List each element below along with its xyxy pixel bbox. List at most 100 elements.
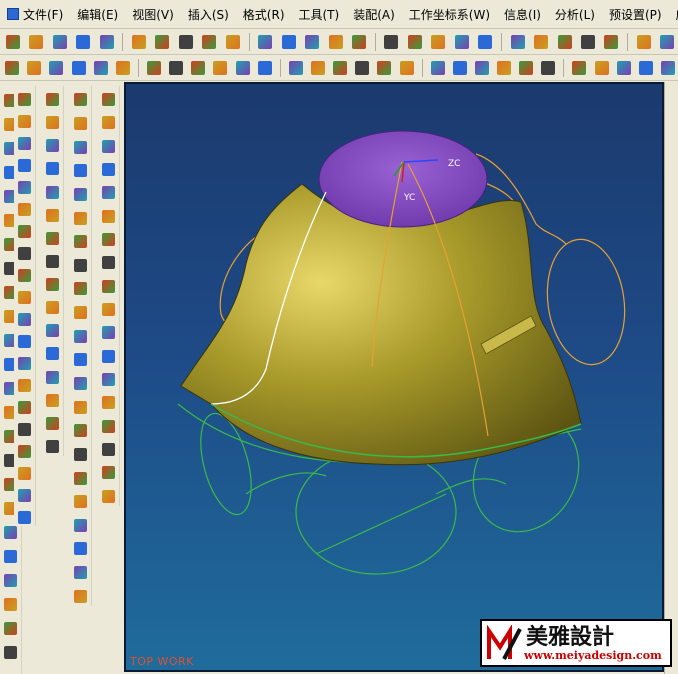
tool-button-icon[interactable] — [25, 31, 46, 53]
tool-button-icon[interactable] — [68, 57, 88, 79]
tool-button-icon[interactable] — [601, 31, 622, 53]
tool-button-icon[interactable] — [428, 31, 449, 53]
tool-button-icon[interactable] — [43, 344, 63, 363]
tool-button-icon[interactable] — [301, 31, 322, 53]
tool-button-icon[interactable] — [15, 244, 35, 262]
tool-button-icon[interactable] — [15, 442, 35, 460]
tool-button-icon[interactable] — [325, 31, 346, 53]
tool-button-icon[interactable] — [71, 421, 91, 441]
tool-button-icon[interactable] — [71, 303, 91, 323]
tool-button-icon[interactable] — [43, 275, 63, 294]
tool-button-icon[interactable] — [15, 420, 35, 438]
tool-button-icon[interactable] — [71, 374, 91, 394]
tool-button-icon[interactable] — [99, 90, 119, 109]
tool-button-icon[interactable] — [554, 31, 575, 53]
tool-button-icon[interactable] — [99, 487, 119, 506]
tool-button-icon[interactable] — [1, 594, 21, 614]
tool-button-icon[interactable] — [71, 137, 91, 157]
tool-button-icon[interactable] — [152, 31, 173, 53]
tool-button-icon[interactable] — [657, 31, 678, 53]
tool-button-icon[interactable] — [144, 57, 164, 79]
tool-button-icon[interactable] — [15, 134, 35, 152]
tool-button-icon[interactable] — [381, 31, 402, 53]
tool-button-icon[interactable] — [99, 347, 119, 366]
tool-button-icon[interactable] — [636, 57, 656, 79]
tool-button-icon[interactable] — [43, 298, 63, 317]
tool-button-icon[interactable] — [72, 31, 93, 53]
tool-button-icon[interactable] — [614, 57, 634, 79]
tool-button-icon[interactable] — [99, 393, 119, 412]
tool-button-icon[interactable] — [658, 57, 678, 79]
tool-button-icon[interactable] — [99, 230, 119, 249]
tool-button-icon[interactable] — [43, 159, 63, 178]
tool-button-icon[interactable] — [99, 253, 119, 272]
menu-assembly[interactable]: 装配(A) — [346, 4, 402, 24]
tool-button-icon[interactable] — [99, 323, 119, 342]
tool-button-icon[interactable] — [99, 277, 119, 296]
tool-button-icon[interactable] — [1, 570, 21, 590]
tool-button-icon[interactable] — [15, 200, 35, 218]
tool-button-icon[interactable] — [99, 370, 119, 389]
tool-button-icon[interactable] — [278, 31, 299, 53]
tool-button-icon[interactable] — [15, 508, 35, 526]
menu-analysis[interactable]: 分析(L) — [548, 4, 602, 24]
tool-button-icon[interactable] — [2, 31, 23, 53]
tool-button-icon[interactable] — [99, 300, 119, 319]
tool-button-icon[interactable] — [91, 57, 111, 79]
tool-button-icon[interactable] — [43, 391, 63, 410]
tool-button-icon[interactable] — [15, 178, 35, 196]
tool-button-icon[interactable] — [43, 321, 63, 340]
tool-button-icon[interactable] — [15, 222, 35, 240]
menu-tools[interactable]: 工具(T) — [292, 4, 347, 24]
tool-button-icon[interactable] — [71, 90, 91, 110]
tool-button-icon[interactable] — [71, 445, 91, 465]
tool-button-icon[interactable] — [286, 57, 306, 79]
tool-button-icon[interactable] — [1, 642, 21, 662]
tool-button-icon[interactable] — [43, 183, 63, 202]
tool-button-icon[interactable] — [99, 160, 119, 179]
tool-button-icon[interactable] — [49, 31, 70, 53]
tool-button-icon[interactable] — [71, 492, 91, 512]
tool-button-icon[interactable] — [450, 57, 470, 79]
tool-button-icon[interactable] — [428, 57, 448, 79]
tool-button-icon[interactable] — [71, 516, 91, 536]
tool-button-icon[interactable] — [71, 232, 91, 252]
tool-button-icon[interactable] — [71, 161, 91, 181]
tool-button-icon[interactable] — [507, 31, 528, 53]
tool-button-icon[interactable] — [43, 229, 63, 248]
tool-button-icon[interactable] — [71, 114, 91, 134]
tool-button-icon[interactable] — [199, 31, 220, 53]
tool-button-icon[interactable] — [15, 156, 35, 174]
tool-button-icon[interactable] — [71, 563, 91, 583]
tool-button-icon[interactable] — [569, 57, 589, 79]
tool-button-icon[interactable] — [99, 440, 119, 459]
tool-button-icon[interactable] — [71, 539, 91, 559]
tool-button-icon[interactable] — [348, 31, 369, 53]
tool-button-icon[interactable] — [1, 546, 21, 566]
tool-button-icon[interactable] — [15, 112, 35, 130]
menu-wcs[interactable]: 工作坐标系(W) — [402, 4, 497, 24]
tool-button-icon[interactable] — [43, 368, 63, 387]
tool-button-icon[interactable] — [1, 618, 21, 638]
tool-button-icon[interactable] — [254, 31, 275, 53]
tool-button-icon[interactable] — [96, 31, 117, 53]
menu-view[interactable]: 视图(V) — [125, 4, 181, 24]
tool-button-icon[interactable] — [538, 57, 558, 79]
tool-button-icon[interactable] — [71, 326, 91, 346]
graphics-viewport[interactable]: ZC YC TOP WORK — [124, 82, 664, 672]
tool-button-icon[interactable] — [71, 397, 91, 417]
tool-button-icon[interactable] — [99, 113, 119, 132]
tool-button-icon[interactable] — [99, 417, 119, 436]
tool-button-icon[interactable] — [43, 136, 63, 155]
tool-button-icon[interactable] — [494, 57, 514, 79]
tool-button-icon[interactable] — [15, 464, 35, 482]
tool-button-icon[interactable] — [15, 486, 35, 504]
tool-button-icon[interactable] — [99, 463, 119, 482]
menu-insert[interactable]: 插入(S) — [181, 4, 236, 24]
menu-info[interactable]: 信息(I) — [497, 4, 548, 24]
tool-button-icon[interactable] — [15, 288, 35, 306]
tool-button-icon[interactable] — [15, 398, 35, 416]
tool-button-icon[interactable] — [71, 208, 91, 228]
tool-button-icon[interactable] — [15, 376, 35, 394]
tool-button-icon[interactable] — [99, 207, 119, 226]
